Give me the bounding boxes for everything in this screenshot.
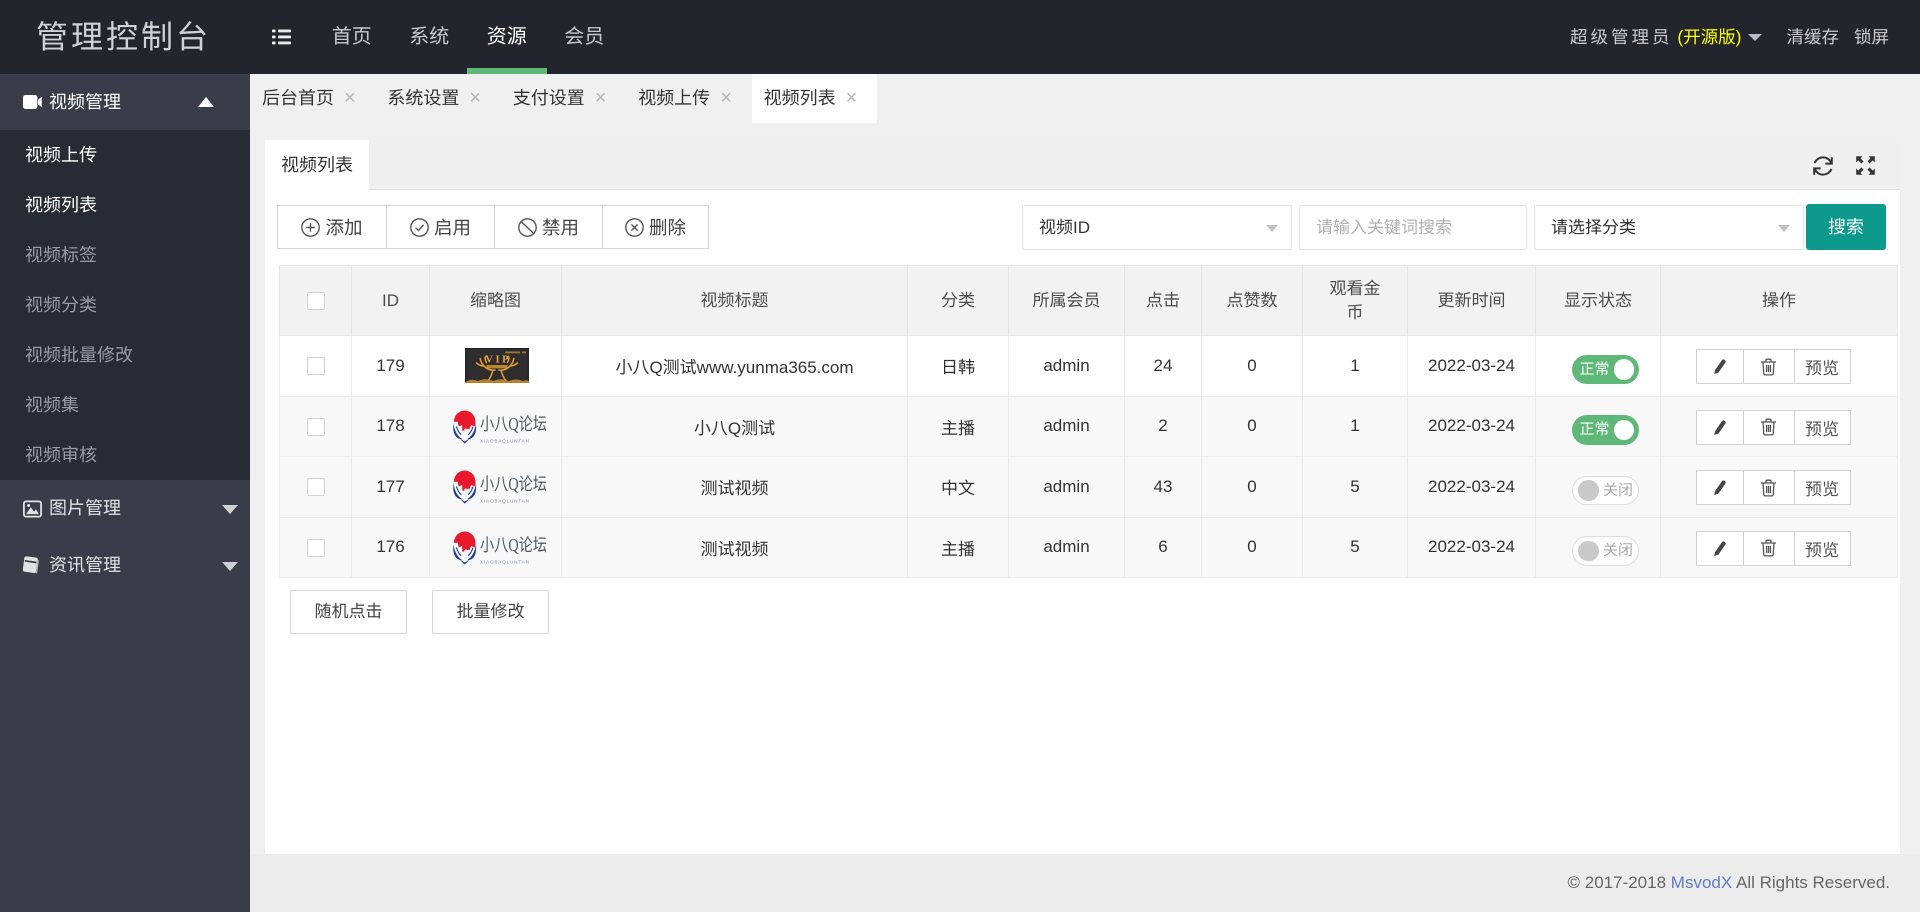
svg-text:小八Q论坛: 小八Q论坛 bbox=[480, 530, 546, 557]
svg-text:XIAOBAQLUNTAN: XIAOBAQLUNTAN bbox=[480, 559, 530, 564]
svg-text:XIAOBAQLUNTAN: XIAOBAQLUNTAN bbox=[480, 438, 530, 443]
svg-text:V I P: V I P bbox=[485, 355, 509, 366]
svg-text:XIAOBAQLUNTAN: XIAOBAQLUNTAN bbox=[480, 499, 530, 504]
svg-text:小八Q论坛: 小八Q论坛 bbox=[480, 409, 546, 436]
svg-text:小八Q论坛: 小八Q论坛 bbox=[480, 469, 546, 496]
